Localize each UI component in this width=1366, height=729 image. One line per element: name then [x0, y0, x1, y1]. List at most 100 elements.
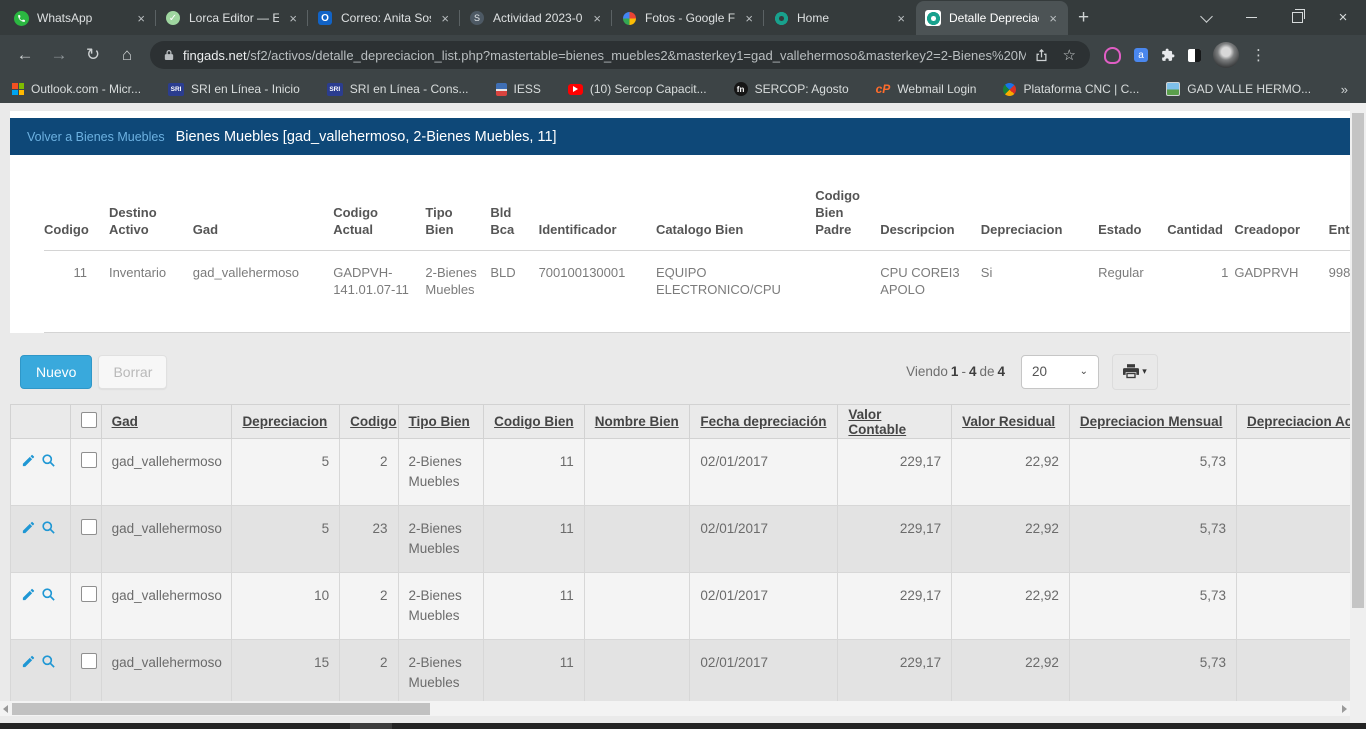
sort-link[interactable]: Nombre Bien	[595, 414, 679, 429]
tab-close-icon[interactable]: ×	[743, 11, 755, 26]
translate-extension-icon[interactable]: a	[1134, 48, 1148, 62]
profile-avatar[interactable]	[1213, 42, 1239, 68]
tab-close-icon[interactable]: ×	[591, 11, 603, 26]
bookmark-sercop-capacit[interactable]: (10) Sercop Capacit...	[568, 82, 707, 96]
bookmark-label: IESS	[514, 82, 541, 96]
address-bar[interactable]: fingads.net/sf2/activos/detalle_deprecia…	[150, 41, 1090, 69]
tab-home[interactable]: Home ×	[764, 1, 916, 35]
column-header: Cantidad	[1167, 155, 1234, 251]
reload-button[interactable]: ↻	[76, 38, 110, 72]
edit-pencil-icon[interactable]	[21, 453, 36, 468]
sort-link[interactable]: Codigo Bien	[494, 414, 574, 429]
back-link[interactable]: Volver a Bienes Muebles	[27, 130, 165, 144]
sort-link[interactable]: Codigo	[350, 414, 397, 429]
table-row: gad_vallehermoso 10 2 2-Bienes Muebles 1…	[11, 573, 1366, 640]
tab-close-icon[interactable]: ×	[1047, 11, 1059, 26]
select-all-checkbox[interactable]	[81, 412, 97, 428]
restore-button[interactable]	[1274, 0, 1320, 35]
cell-codigo-bien: 11	[484, 506, 585, 573]
cell-valor-contable: 229,17	[838, 640, 952, 707]
extensions-puzzle-icon[interactable]	[1161, 48, 1175, 62]
cell-identificador: 700100130001	[539, 251, 656, 333]
vertical-scrollbar[interactable]	[1350, 103, 1366, 723]
cpanel-icon: cP	[876, 82, 891, 96]
row-checkbox[interactable]	[81, 519, 97, 535]
pink-extension-icon[interactable]	[1104, 47, 1121, 64]
tab-search-chevron-icon[interactable]	[1188, 0, 1228, 35]
tab-correo[interactable]: O Correo: Anita Sos ×	[308, 1, 460, 35]
print-button[interactable]: ▾	[1112, 354, 1158, 390]
sort-link[interactable]: Depreciacion Acu	[1247, 414, 1361, 429]
tab-close-icon[interactable]: ×	[439, 11, 451, 26]
reader-extension-icon[interactable]	[1188, 49, 1201, 62]
bookmark-outlook[interactable]: Outlook.com - Micr...	[12, 82, 141, 96]
bookmark-iess[interactable]: IESS	[496, 82, 541, 96]
bookmark-sercop-agosto[interactable]: fnSERCOP: Agosto	[734, 82, 849, 96]
close-window-button[interactable]: ×	[1320, 0, 1366, 35]
tab-actividad[interactable]: S Actividad 2023-0 ×	[460, 1, 612, 35]
edit-pencil-icon[interactable]	[21, 520, 36, 535]
cell-dep-acumulada	[1236, 640, 1366, 707]
tab-close-icon[interactable]: ×	[135, 11, 147, 26]
view-magnifier-icon[interactable]	[41, 587, 56, 602]
tab-whatsapp[interactable]: WhatsApp ×	[4, 1, 156, 35]
row-checkbox[interactable]	[81, 452, 97, 468]
vertical-scrollbar-thumb[interactable]	[1352, 113, 1364, 608]
scroll-left-arrow-icon[interactable]	[3, 705, 8, 713]
nuevo-button[interactable]: Nuevo	[20, 355, 92, 389]
master-table: Codigo Destino Activo Gad Codigo Actual …	[44, 155, 1350, 333]
cell-dep-acumulada	[1236, 439, 1366, 506]
tab-lorca[interactable]: ✓ Lorca Editor — El ×	[156, 1, 308, 35]
cell-gad: gad_vallehermoso	[101, 439, 232, 506]
row-checkbox[interactable]	[81, 586, 97, 602]
row-actions	[11, 506, 71, 573]
bookmark-star-icon[interactable]: ☆	[1063, 46, 1076, 64]
back-button[interactable]: ←	[8, 38, 42, 72]
tab-title: WhatsApp	[37, 11, 127, 25]
share-icon[interactable]	[1034, 48, 1049, 63]
tab-fotos[interactable]: Fotos - Google F ×	[612, 1, 764, 35]
bookmark-sri-consultas[interactable]: SRISRI en Línea - Cons...	[327, 82, 469, 96]
view-magnifier-icon[interactable]	[41, 654, 56, 669]
view-magnifier-icon[interactable]	[41, 520, 56, 535]
cell-dep-mensual: 5,73	[1069, 439, 1236, 506]
tab-close-icon[interactable]: ×	[287, 11, 299, 26]
tab-title: Correo: Anita Sos	[341, 11, 431, 25]
minimize-button[interactable]	[1228, 0, 1274, 35]
edit-pencil-icon[interactable]	[21, 654, 36, 669]
tab-title: Detalle Depreciac	[949, 11, 1039, 25]
cell-creadopor: GADPRVH	[1234, 251, 1328, 333]
sort-link[interactable]: Valor Residual	[962, 414, 1055, 429]
bookmark-webmail[interactable]: cPWebmail Login	[876, 82, 977, 96]
sort-link[interactable]: Fecha depreciación	[700, 414, 826, 429]
bookmark-gad-valle[interactable]: GAD VALLE HERMO...	[1166, 82, 1311, 96]
tab-close-icon[interactable]: ×	[895, 11, 907, 26]
tab-detalle-depreciacion[interactable]: Detalle Depreciac ×	[916, 1, 1068, 35]
sort-link[interactable]: Gad	[112, 414, 138, 429]
scroll-right-arrow-icon[interactable]	[1342, 705, 1347, 713]
horizontal-scrollbar[interactable]	[0, 701, 1350, 716]
browser-menu-icon[interactable]: ⋮	[1239, 46, 1276, 64]
sort-link[interactable]: Tipo Bien	[409, 414, 470, 429]
sort-link[interactable]: Depreciacion Mensual	[1080, 414, 1223, 429]
home-button[interactable]: ⌂	[110, 38, 144, 72]
table-row: gad_vallehermoso 5 23 2-Bienes Muebles 1…	[11, 506, 1366, 573]
column-header-fecha: Fecha depreciación	[690, 405, 838, 439]
row-checkbox[interactable]	[81, 653, 97, 669]
borrar-button[interactable]: Borrar	[98, 355, 167, 389]
column-header: Descripcion	[880, 155, 981, 251]
bookmark-sri-inicio[interactable]: SRISRI en Línea - Inicio	[168, 82, 300, 96]
page-size-select[interactable]: 20 ⌄	[1021, 355, 1099, 389]
bookmark-cnc[interactable]: Plataforma CNC | C...	[1003, 82, 1139, 96]
sort-link[interactable]: Valor Contable	[848, 407, 906, 437]
new-tab-button[interactable]: +	[1068, 7, 1103, 35]
cell-depreciacion: 5	[232, 439, 340, 506]
sort-link[interactable]: Depreciacion	[242, 414, 327, 429]
edit-pencil-icon[interactable]	[21, 587, 36, 602]
bookmarks-overflow-chevron[interactable]: »	[1341, 82, 1354, 97]
cell-dep-acumulada	[1236, 506, 1366, 573]
horizontal-scrollbar-thumb[interactable]	[12, 703, 430, 715]
forward-button[interactable]: →	[42, 38, 76, 72]
column-header-codigo-bien: Codigo Bien	[484, 405, 585, 439]
view-magnifier-icon[interactable]	[41, 453, 56, 468]
